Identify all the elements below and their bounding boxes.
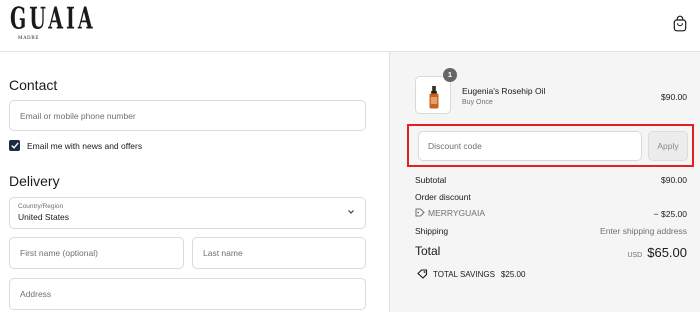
checkmark-icon	[10, 142, 19, 149]
header: GUAIA MADRE	[0, 0, 700, 52]
email-input[interactable]	[10, 101, 365, 130]
logo-subtext: MADRE	[18, 36, 40, 41]
first-name-input[interactable]	[10, 238, 183, 268]
tag-icon	[415, 208, 425, 217]
contact-heading: Contact	[9, 77, 58, 93]
shopping-bag-icon[interactable]	[673, 15, 687, 32]
savings-value: $25.00	[500, 270, 526, 279]
total-value: $65.00	[647, 245, 687, 260]
product-purchase-type: Buy Once	[462, 99, 493, 106]
discount-highlight-box: Apply	[407, 124, 694, 167]
address-input[interactable]	[10, 279, 365, 309]
country-select[interactable]: Country/Region United States	[9, 197, 366, 229]
last-name-input[interactable]	[193, 238, 365, 268]
email-field[interactable]	[9, 100, 366, 131]
total-savings: TOTAL SAVINGS $25.00	[417, 269, 525, 279]
savings-label: TOTAL SAVINGS	[433, 270, 495, 279]
country-label: Country/Region	[18, 203, 64, 210]
discount-code-text: MERRYGUAIA	[428, 208, 485, 218]
newsletter-checkbox[interactable]	[9, 140, 20, 151]
logo-text: GUAIA	[10, 1, 96, 36]
delivery-heading: Delivery	[9, 173, 60, 189]
order-summary: 1 Eugenia's Rosehip Oil Buy Once $90.00 …	[389, 52, 700, 312]
quantity-badge: 1	[443, 68, 457, 82]
shipping-value: Enter shipping address	[600, 226, 687, 236]
discount-code-field[interactable]	[418, 131, 642, 161]
apply-discount-button[interactable]: Apply	[648, 131, 688, 161]
newsletter-label: Email me with news and offers	[27, 141, 143, 151]
savings-tag-icon	[417, 269, 428, 279]
discount-amount: − $25.00	[653, 209, 687, 219]
total-currency: USD	[627, 252, 643, 259]
oil-bottle-icon	[429, 86, 439, 109]
subtotal-value: $90.00	[661, 175, 687, 185]
discount-code-tag: MERRYGUAIA	[415, 208, 485, 218]
order-discount-label: Order discount	[415, 192, 471, 202]
subtotal-label: Subtotal	[415, 175, 447, 185]
last-name-field[interactable]	[192, 237, 366, 269]
checkout-form: Contact Email me with news and offers De…	[0, 52, 389, 312]
total-amount: USD $65.00	[627, 244, 687, 262]
product-name: Eugenia's Rosehip Oil	[462, 86, 546, 96]
country-value: United States	[18, 212, 70, 222]
product-thumbnail	[415, 76, 451, 114]
first-name-field[interactable]	[9, 237, 184, 269]
brand-logo[interactable]: GUAIA MADRE	[10, 1, 96, 43]
discount-code-input[interactable]	[419, 132, 641, 160]
product-price: $90.00	[661, 92, 687, 102]
chevron-down-icon	[348, 210, 354, 214]
address-field[interactable]	[9, 278, 366, 310]
shipping-label: Shipping	[415, 226, 449, 236]
total-label: Total	[415, 244, 441, 258]
